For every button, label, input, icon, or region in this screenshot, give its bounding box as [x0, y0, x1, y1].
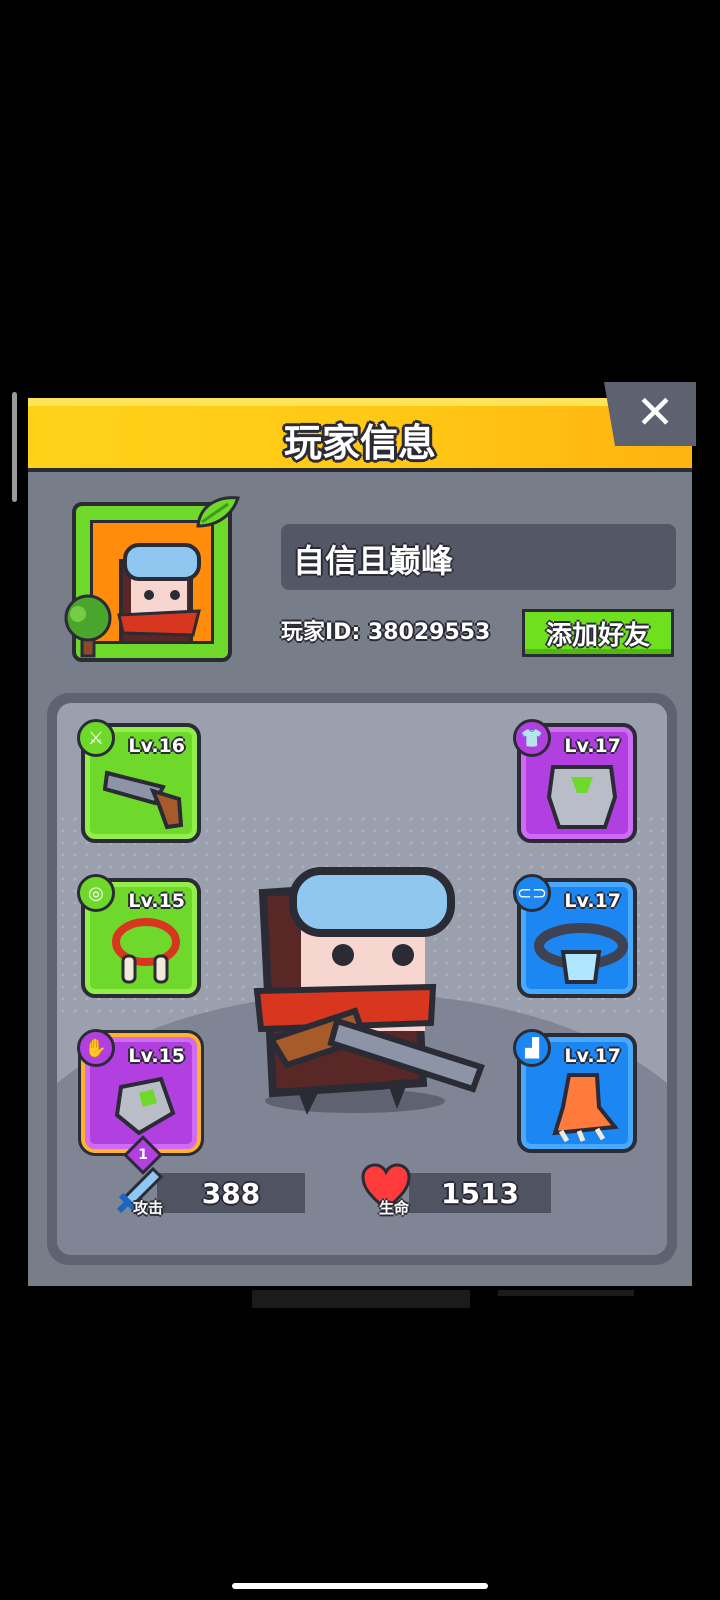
attack-label: 攻击 — [133, 1199, 164, 1217]
belt-icon — [534, 923, 628, 984]
pistol-icon — [103, 770, 184, 830]
weapon-level: Lv.16 — [128, 735, 185, 757]
scroll-indicator — [12, 392, 17, 502]
player-name-box: 自信且巅峰 — [281, 524, 676, 590]
armor-type-icon: 👕 — [513, 719, 551, 757]
attack-value: 388 — [201, 1177, 261, 1210]
gauntlet-icon — [114, 1076, 176, 1136]
necklace-level: Lv.15 — [128, 890, 185, 912]
player-name: 自信且巅峰 — [293, 542, 454, 580]
hp-stat-bar: 1513 — [409, 1173, 551, 1213]
panel-title: 玩家信息 — [283, 421, 436, 465]
hp-label: 生命 — [379, 1199, 410, 1217]
equip-slot-belt[interactable]: ⊂⊃ Lv.17 — [513, 874, 637, 998]
armor-icon — [546, 765, 618, 829]
home-indicator[interactable] — [232, 1583, 488, 1589]
tree-icon — [64, 594, 112, 658]
equip-slot-weapon[interactable]: ⚔ Lv.16 — [77, 719, 201, 843]
equip-slot-gloves[interactable]: ✋ Lv.15 1 — [77, 1029, 204, 1175]
hp-value: 1513 — [441, 1177, 519, 1210]
bone-necklace-icon — [112, 918, 180, 984]
close-icon: ✕ — [635, 385, 675, 439]
equipment-area: ⚔ Lv.16 ◎ Lv.15 ✋ Lv.15 1 👕 Lv.17 ⊂⊃ Lv.… — [47, 693, 677, 1265]
attack-stat-bar: 388 — [157, 1173, 305, 1213]
necklace-type-icon: ◎ — [77, 874, 115, 912]
player-avatar[interactable] — [64, 496, 241, 662]
add-friend-button[interactable]: 添加好友 — [522, 609, 674, 657]
boots-level: Lv.17 — [564, 1045, 621, 1067]
leaf-icon — [196, 496, 241, 528]
equipment-stage: ⚔ Lv.16 ◎ Lv.15 ✋ Lv.15 1 👕 Lv.17 ⊂⊃ Lv.… — [57, 703, 667, 1255]
panel-header: 玩家信息 — [28, 398, 692, 472]
character-sprite — [253, 867, 485, 1115]
belt-level: Lv.17 — [564, 890, 621, 912]
gloves-level: Lv.15 — [128, 1045, 185, 1067]
armor-level: Lv.17 — [564, 735, 621, 757]
weapon-type-icon: ⚔ — [77, 719, 115, 757]
claw-boots-icon — [552, 1073, 619, 1143]
close-button[interactable]: ✕ — [604, 382, 696, 446]
player-id: 玩家ID: 38029553 — [281, 620, 491, 645]
equip-slot-necklace[interactable]: ◎ Lv.15 — [77, 874, 201, 998]
boots-type-icon: ▟ — [513, 1029, 551, 1067]
belt-type-icon: ⊂⊃ — [513, 874, 551, 912]
gloves-type-icon: ✋ — [77, 1029, 115, 1067]
equip-slot-boots[interactable]: ▟ Lv.17 — [513, 1029, 637, 1153]
equip-slot-armor[interactable]: 👕 Lv.17 — [513, 719, 637, 843]
